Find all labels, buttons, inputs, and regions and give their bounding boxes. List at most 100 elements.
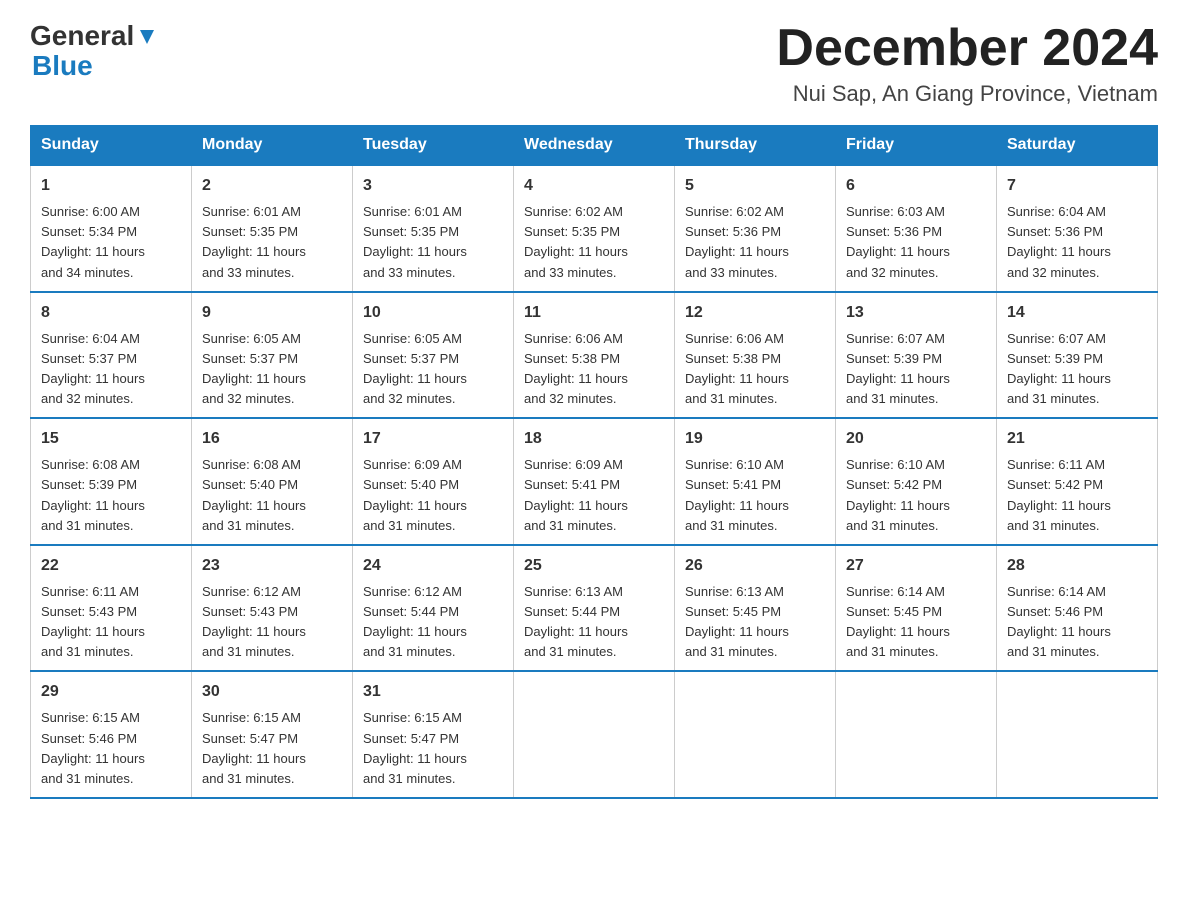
day-number: 5 (685, 174, 825, 198)
logo-blue-text: Blue (30, 52, 93, 80)
calendar-cell (997, 671, 1158, 798)
day-number: 28 (1007, 554, 1147, 578)
calendar-cell: 17 Sunrise: 6:09 AMSunset: 5:40 PMDayligh… (353, 418, 514, 545)
col-wednesday: Wednesday (514, 126, 675, 166)
day-info: Sunrise: 6:09 AMSunset: 5:40 PMDaylight:… (363, 455, 503, 536)
calendar-cell: 5 Sunrise: 6:02 AMSunset: 5:36 PMDaylight… (675, 165, 836, 292)
day-number: 12 (685, 301, 825, 325)
day-info: Sunrise: 6:13 AMSunset: 5:45 PMDaylight:… (685, 582, 825, 663)
calendar-cell: 2Sunrise: 6:01 AMSunset: 5:35 PMDaylight… (192, 165, 353, 292)
day-info: Sunrise: 6:05 AMSunset: 5:37 PMDaylight:… (363, 329, 503, 410)
day-info: Sunrise: 6:00 AMSunset: 5:34 PMDaylight:… (41, 202, 181, 283)
calendar-cell: 25Sunrise: 6:13 AMSunset: 5:44 PMDayligh… (514, 545, 675, 672)
calendar-cell: 6 Sunrise: 6:03 AMSunset: 5:36 PMDaylight… (836, 165, 997, 292)
calendar-week-row: 8 Sunrise: 6:04 AMSunset: 5:37 PMDaylight… (31, 292, 1158, 419)
day-number: 6 (846, 174, 986, 198)
day-info: Sunrise: 6:14 AMSunset: 5:46 PMDaylight:… (1007, 582, 1147, 663)
calendar-cell: 13 Sunrise: 6:07 AMSunset: 5:39 PMDayligh… (836, 292, 997, 419)
day-info: Sunrise: 6:03 AMSunset: 5:36 PMDaylight:… (846, 202, 986, 283)
day-info: Sunrise: 6:07 AMSunset: 5:39 PMDaylight:… (846, 329, 986, 410)
day-info: Sunrise: 6:07 AMSunset: 5:39 PMDaylight:… (1007, 329, 1147, 410)
day-number: 18 (524, 427, 664, 451)
day-info: Sunrise: 6:04 AMSunset: 5:36 PMDaylight:… (1007, 202, 1147, 283)
calendar-cell: 15Sunrise: 6:08 AMSunset: 5:39 PMDayligh… (31, 418, 192, 545)
calendar-week-row: 29 Sunrise: 6:15 AMSunset: 5:46 PMDayligh… (31, 671, 1158, 798)
calendar-cell: 1 Sunrise: 6:00 AMSunset: 5:34 PMDaylight… (31, 165, 192, 292)
calendar-cell: 12 Sunrise: 6:06 AMSunset: 5:38 PMDayligh… (675, 292, 836, 419)
calendar-cell: 7 Sunrise: 6:04 AMSunset: 5:36 PMDaylight… (997, 165, 1158, 292)
day-info: Sunrise: 6:06 AMSunset: 5:38 PMDaylight:… (524, 329, 664, 410)
logo: General Blue (30, 20, 158, 80)
calendar-header-row: Sunday Monday Tuesday Wednesday Thursday… (31, 126, 1158, 166)
calendar-cell: 21 Sunrise: 6:11 AMSunset: 5:42 PMDayligh… (997, 418, 1158, 545)
title-section: December 2024 Nui Sap, An Giang Province… (776, 20, 1158, 107)
day-number: 20 (846, 427, 986, 451)
calendar-cell: 26Sunrise: 6:13 AMSunset: 5:45 PMDayligh… (675, 545, 836, 672)
calendar-cell: 11Sunrise: 6:06 AMSunset: 5:38 PMDayligh… (514, 292, 675, 419)
location-subtitle: Nui Sap, An Giang Province, Vietnam (776, 81, 1158, 107)
day-number: 3 (363, 174, 503, 198)
day-info: Sunrise: 6:02 AMSunset: 5:36 PMDaylight:… (685, 202, 825, 283)
day-info: Sunrise: 6:08 AMSunset: 5:40 PMDaylight:… (202, 455, 342, 536)
calendar-cell: 18Sunrise: 6:09 AMSunset: 5:41 PMDayligh… (514, 418, 675, 545)
calendar-cell: 22 Sunrise: 6:11 AMSunset: 5:43 PMDayligh… (31, 545, 192, 672)
calendar-cell: 23 Sunrise: 6:12 AMSunset: 5:43 PMDayligh… (192, 545, 353, 672)
col-friday: Friday (836, 126, 997, 166)
calendar-cell (514, 671, 675, 798)
day-number: 15 (41, 427, 181, 451)
day-info: Sunrise: 6:12 AMSunset: 5:44 PMDaylight:… (363, 582, 503, 663)
day-info: Sunrise: 6:06 AMSunset: 5:38 PMDaylight:… (685, 329, 825, 410)
logo-arrow-icon (136, 26, 158, 48)
day-number: 13 (846, 301, 986, 325)
calendar-cell: 9Sunrise: 6:05 AMSunset: 5:37 PMDaylight… (192, 292, 353, 419)
day-info: Sunrise: 6:04 AMSunset: 5:37 PMDaylight:… (41, 329, 181, 410)
day-info: Sunrise: 6:10 AMSunset: 5:41 PMDaylight:… (685, 455, 825, 536)
calendar-cell: 24 Sunrise: 6:12 AMSunset: 5:44 PMDayligh… (353, 545, 514, 672)
calendar-week-row: 22 Sunrise: 6:11 AMSunset: 5:43 PMDayligh… (31, 545, 1158, 672)
calendar-cell: 19 Sunrise: 6:10 AMSunset: 5:41 PMDayligh… (675, 418, 836, 545)
day-number: 19 (685, 427, 825, 451)
calendar-cell: 8 Sunrise: 6:04 AMSunset: 5:37 PMDaylight… (31, 292, 192, 419)
day-number: 27 (846, 554, 986, 578)
day-info: Sunrise: 6:15 AMSunset: 5:46 PMDaylight:… (41, 708, 181, 789)
day-number: 10 (363, 301, 503, 325)
day-number: 24 (363, 554, 503, 578)
day-info: Sunrise: 6:11 AMSunset: 5:43 PMDaylight:… (41, 582, 181, 663)
day-info: Sunrise: 6:02 AMSunset: 5:35 PMDaylight:… (524, 202, 664, 283)
day-number: 29 (41, 680, 181, 704)
calendar-cell: 14 Sunrise: 6:07 AMSunset: 5:39 PMDayligh… (997, 292, 1158, 419)
calendar-cell (836, 671, 997, 798)
col-sunday: Sunday (31, 126, 192, 166)
calendar-cell: 16Sunrise: 6:08 AMSunset: 5:40 PMDayligh… (192, 418, 353, 545)
day-info: Sunrise: 6:01 AMSunset: 5:35 PMDaylight:… (202, 202, 342, 283)
day-info: Sunrise: 6:12 AMSunset: 5:43 PMDaylight:… (202, 582, 342, 663)
calendar-cell: 31 Sunrise: 6:15 AMSunset: 5:47 PMDayligh… (353, 671, 514, 798)
day-number: 8 (41, 301, 181, 325)
calendar-week-row: 1 Sunrise: 6:00 AMSunset: 5:34 PMDaylight… (31, 165, 1158, 292)
calendar-title: December 2024 (776, 20, 1158, 77)
day-info: Sunrise: 6:15 AMSunset: 5:47 PMDaylight:… (202, 708, 342, 789)
logo-general-text: General (30, 20, 134, 52)
day-info: Sunrise: 6:15 AMSunset: 5:47 PMDaylight:… (363, 708, 503, 789)
day-number: 23 (202, 554, 342, 578)
calendar-cell: 28 Sunrise: 6:14 AMSunset: 5:46 PMDayligh… (997, 545, 1158, 672)
col-saturday: Saturday (997, 126, 1158, 166)
calendar-cell: 27Sunrise: 6:14 AMSunset: 5:45 PMDayligh… (836, 545, 997, 672)
day-info: Sunrise: 6:13 AMSunset: 5:44 PMDaylight:… (524, 582, 664, 663)
day-number: 21 (1007, 427, 1147, 451)
calendar-cell: 10 Sunrise: 6:05 AMSunset: 5:37 PMDayligh… (353, 292, 514, 419)
day-info: Sunrise: 6:10 AMSunset: 5:42 PMDaylight:… (846, 455, 986, 536)
calendar-week-row: 15Sunrise: 6:08 AMSunset: 5:39 PMDayligh… (31, 418, 1158, 545)
day-number: 31 (363, 680, 503, 704)
day-number: 22 (41, 554, 181, 578)
day-number: 1 (41, 174, 181, 198)
day-number: 7 (1007, 174, 1147, 198)
calendar-cell: 4Sunrise: 6:02 AMSunset: 5:35 PMDaylight… (514, 165, 675, 292)
day-info: Sunrise: 6:01 AMSunset: 5:35 PMDaylight:… (363, 202, 503, 283)
col-thursday: Thursday (675, 126, 836, 166)
day-info: Sunrise: 6:05 AMSunset: 5:37 PMDaylight:… (202, 329, 342, 410)
day-number: 14 (1007, 301, 1147, 325)
col-tuesday: Tuesday (353, 126, 514, 166)
day-info: Sunrise: 6:11 AMSunset: 5:42 PMDaylight:… (1007, 455, 1147, 536)
day-number: 17 (363, 427, 503, 451)
